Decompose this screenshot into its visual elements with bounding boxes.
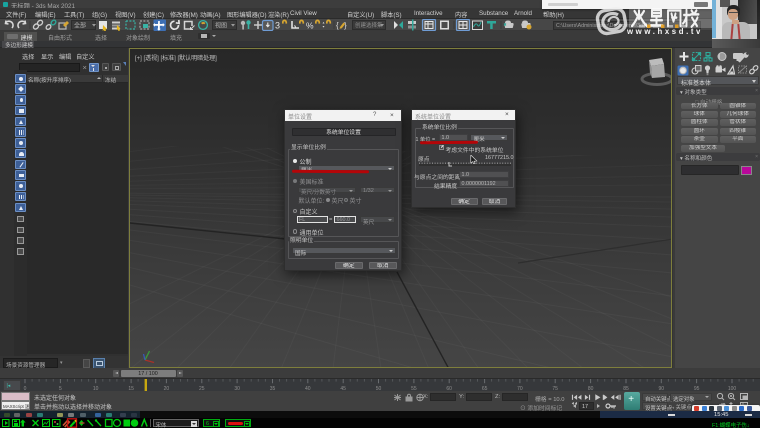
- svg-text:全部: 全部: [74, 22, 86, 30]
- svg-text:3: 3: [275, 21, 280, 31]
- svg-text:%: %: [306, 21, 314, 31]
- svg-text:{: {: [336, 21, 339, 30]
- svg-text:www.hxsd.tv: www.hxsd.tv: [626, 27, 703, 36]
- svg-text:视图: 视图: [215, 22, 227, 30]
- svg-text:}: }: [344, 21, 347, 30]
- svg-text:创建选择集: 创建选择集: [355, 21, 383, 29]
